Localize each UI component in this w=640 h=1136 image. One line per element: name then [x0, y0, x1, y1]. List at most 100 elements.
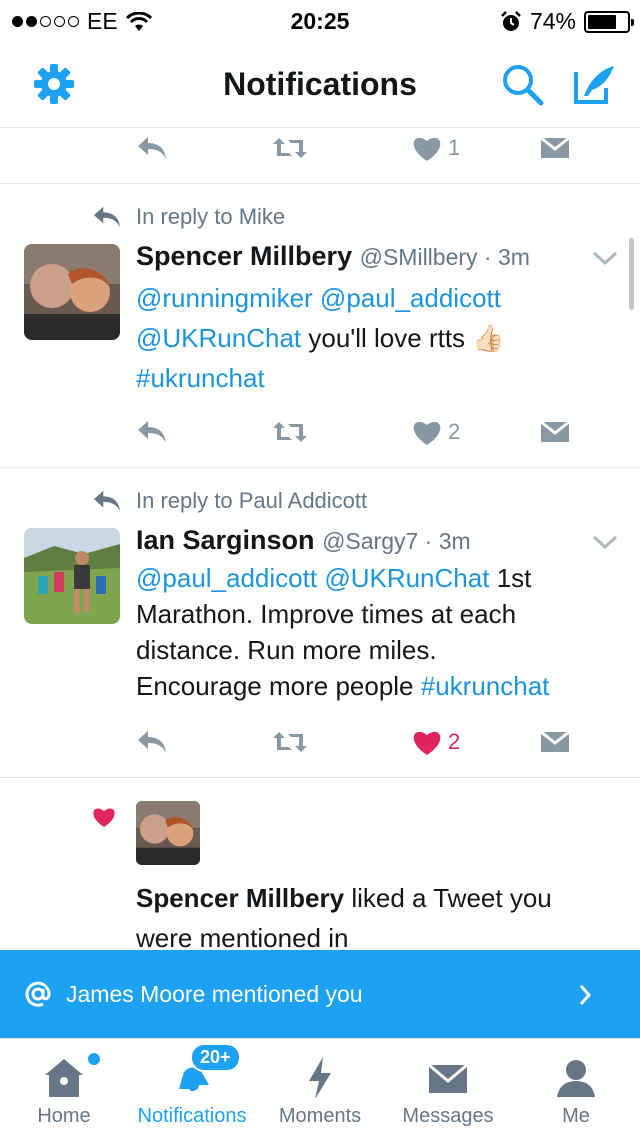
navigation-bar: Notifications — [0, 40, 640, 128]
mention-banner[interactable]: James Moore mentioned you — [0, 950, 640, 1038]
retweet-icon — [272, 136, 308, 160]
retweet-button[interactable] — [272, 128, 308, 168]
reply-button[interactable] — [136, 722, 168, 762]
mention-link[interactable]: @UKRunChat — [136, 323, 301, 353]
like-notification-text: Spencer Millbery liked a Tweet you were … — [136, 878, 616, 950]
tweet-text-content: you'll love rtts — [308, 323, 466, 353]
notifications-feed[interactable]: 1 In reply to Mike Spencer Millbery @SMi… — [0, 128, 640, 950]
chevron-right-icon — [579, 985, 592, 1005]
tab-notifications[interactable]: 20+ Notifications — [128, 1039, 256, 1136]
reply-icon — [136, 728, 168, 756]
battery-icon — [584, 10, 634, 33]
thumbs-up-emoji: 👍🏻 — [472, 323, 505, 353]
tab-label: Moments — [278, 1105, 362, 1127]
reply-button[interactable] — [136, 128, 168, 168]
tweet-text-content: Encourage more people — [136, 671, 414, 701]
heart-icon — [412, 729, 442, 756]
divider — [0, 777, 640, 778]
home-icon — [45, 1059, 83, 1097]
mention-link[interactable]: @paul_addicott — [320, 283, 501, 313]
new-content-dot — [88, 1053, 100, 1065]
reply-button[interactable] — [136, 412, 168, 452]
like-button[interactable]: 2 — [412, 412, 460, 452]
tweet-text-content: distance. Run more miles. — [136, 635, 437, 665]
tab-label: Notifications — [137, 1105, 247, 1127]
envelope-icon — [428, 1063, 468, 1093]
scrollbar[interactable] — [629, 238, 634, 310]
lightning-icon — [309, 1057, 331, 1099]
tweet-header: Ian Sarginson @Sargy7 · 3m — [136, 525, 471, 556]
envelope-icon — [540, 421, 570, 443]
chevron-down-icon[interactable] — [592, 534, 618, 550]
hashtag-link[interactable]: #ukrunchat — [421, 671, 550, 701]
author-handle: @Sargy7 · 3m — [322, 528, 471, 554]
notification-text: were mentioned in — [136, 923, 349, 950]
like-count: 1 — [448, 135, 461, 160]
author-name[interactable]: Spencer Millbery — [136, 241, 352, 271]
mention-link[interactable]: @paul_addicott — [136, 563, 317, 593]
direct-message-button[interactable] — [540, 412, 570, 452]
reply-context-text: In reply to Paul Addicott — [136, 488, 368, 513]
search-icon[interactable] — [498, 60, 546, 108]
reply-context: In reply to Mike — [92, 204, 285, 230]
tab-label: Messages — [402, 1105, 494, 1127]
reply-context-text: In reply to Mike — [136, 204, 286, 229]
tab-bar: Home 20+ Notifications Moments Messages … — [0, 1038, 640, 1136]
tab-label: Me — [562, 1105, 590, 1127]
direct-message-button[interactable] — [540, 128, 570, 168]
mention-link[interactable]: @UKRunChat — [324, 563, 489, 593]
tab-moments[interactable]: Moments — [270, 1039, 370, 1136]
status-right: 74% — [500, 8, 634, 35]
reply-icon — [94, 490, 120, 512]
retweet-button[interactable] — [272, 412, 308, 452]
reply-icon — [136, 418, 168, 446]
envelope-icon — [540, 137, 570, 159]
reply-context: In reply to Paul Addicott — [92, 488, 367, 514]
tweet-actions: 1 — [136, 128, 576, 168]
hashtag-link[interactable]: #ukrunchat — [136, 363, 265, 393]
compose-icon[interactable] — [570, 60, 618, 108]
avatar[interactable] — [136, 801, 200, 865]
retweet-icon — [272, 420, 308, 444]
tab-label: Home — [37, 1105, 91, 1127]
tab-me[interactable]: Me — [526, 1039, 626, 1136]
like-count: 2 — [448, 729, 461, 754]
tweet-text: @runningmiker @paul_addicott @UKRunChat … — [136, 278, 616, 398]
avatar[interactable] — [24, 244, 120, 340]
envelope-icon — [540, 731, 570, 753]
tweet-text: @paul_addicott @UKRunChat 1st Marathon. … — [136, 560, 616, 704]
person-icon — [557, 1060, 595, 1097]
divider — [0, 467, 640, 468]
mention-link[interactable]: @runningmiker — [136, 283, 313, 313]
notification-badge: 20+ — [190, 1043, 241, 1072]
alarm-icon — [501, 10, 521, 31]
divider — [0, 183, 640, 184]
avatar[interactable] — [24, 528, 120, 624]
tweet-actions: 2 — [136, 722, 576, 762]
notification-text: liked a Tweet you — [351, 883, 552, 913]
like-button[interactable]: 1 — [412, 128, 460, 168]
direct-message-button[interactable] — [540, 722, 570, 762]
heart-icon — [412, 419, 442, 446]
tweet-actions: 2 — [136, 412, 576, 452]
tweet-header: Spencer Millbery @SMillbery · 3m — [136, 241, 530, 272]
reply-icon — [136, 134, 168, 162]
like-button[interactable]: 2 — [412, 722, 460, 762]
status-bar: EE 20:25 74% — [0, 0, 640, 40]
retweet-icon — [272, 730, 308, 754]
tab-messages[interactable]: Messages — [388, 1039, 508, 1136]
author-name[interactable]: Spencer Millbery — [136, 883, 344, 913]
heart-icon — [412, 135, 442, 162]
chevron-down-icon[interactable] — [592, 250, 618, 266]
author-name[interactable]: Ian Sarginson — [136, 525, 315, 555]
author-handle: @SMillbery · 3m — [359, 244, 530, 270]
tweet-text-content: 1st — [496, 563, 532, 593]
tweet-text-content: Marathon. Improve times at each — [136, 599, 517, 629]
heart-icon — [93, 808, 115, 827]
like-count: 2 — [448, 419, 461, 444]
at-sign-icon — [25, 981, 51, 1007]
battery-percent: 74% — [529, 8, 576, 34]
tab-home[interactable]: Home — [14, 1039, 114, 1136]
retweet-button[interactable] — [272, 722, 308, 762]
banner-text: James Moore mentioned you — [66, 981, 363, 1007]
